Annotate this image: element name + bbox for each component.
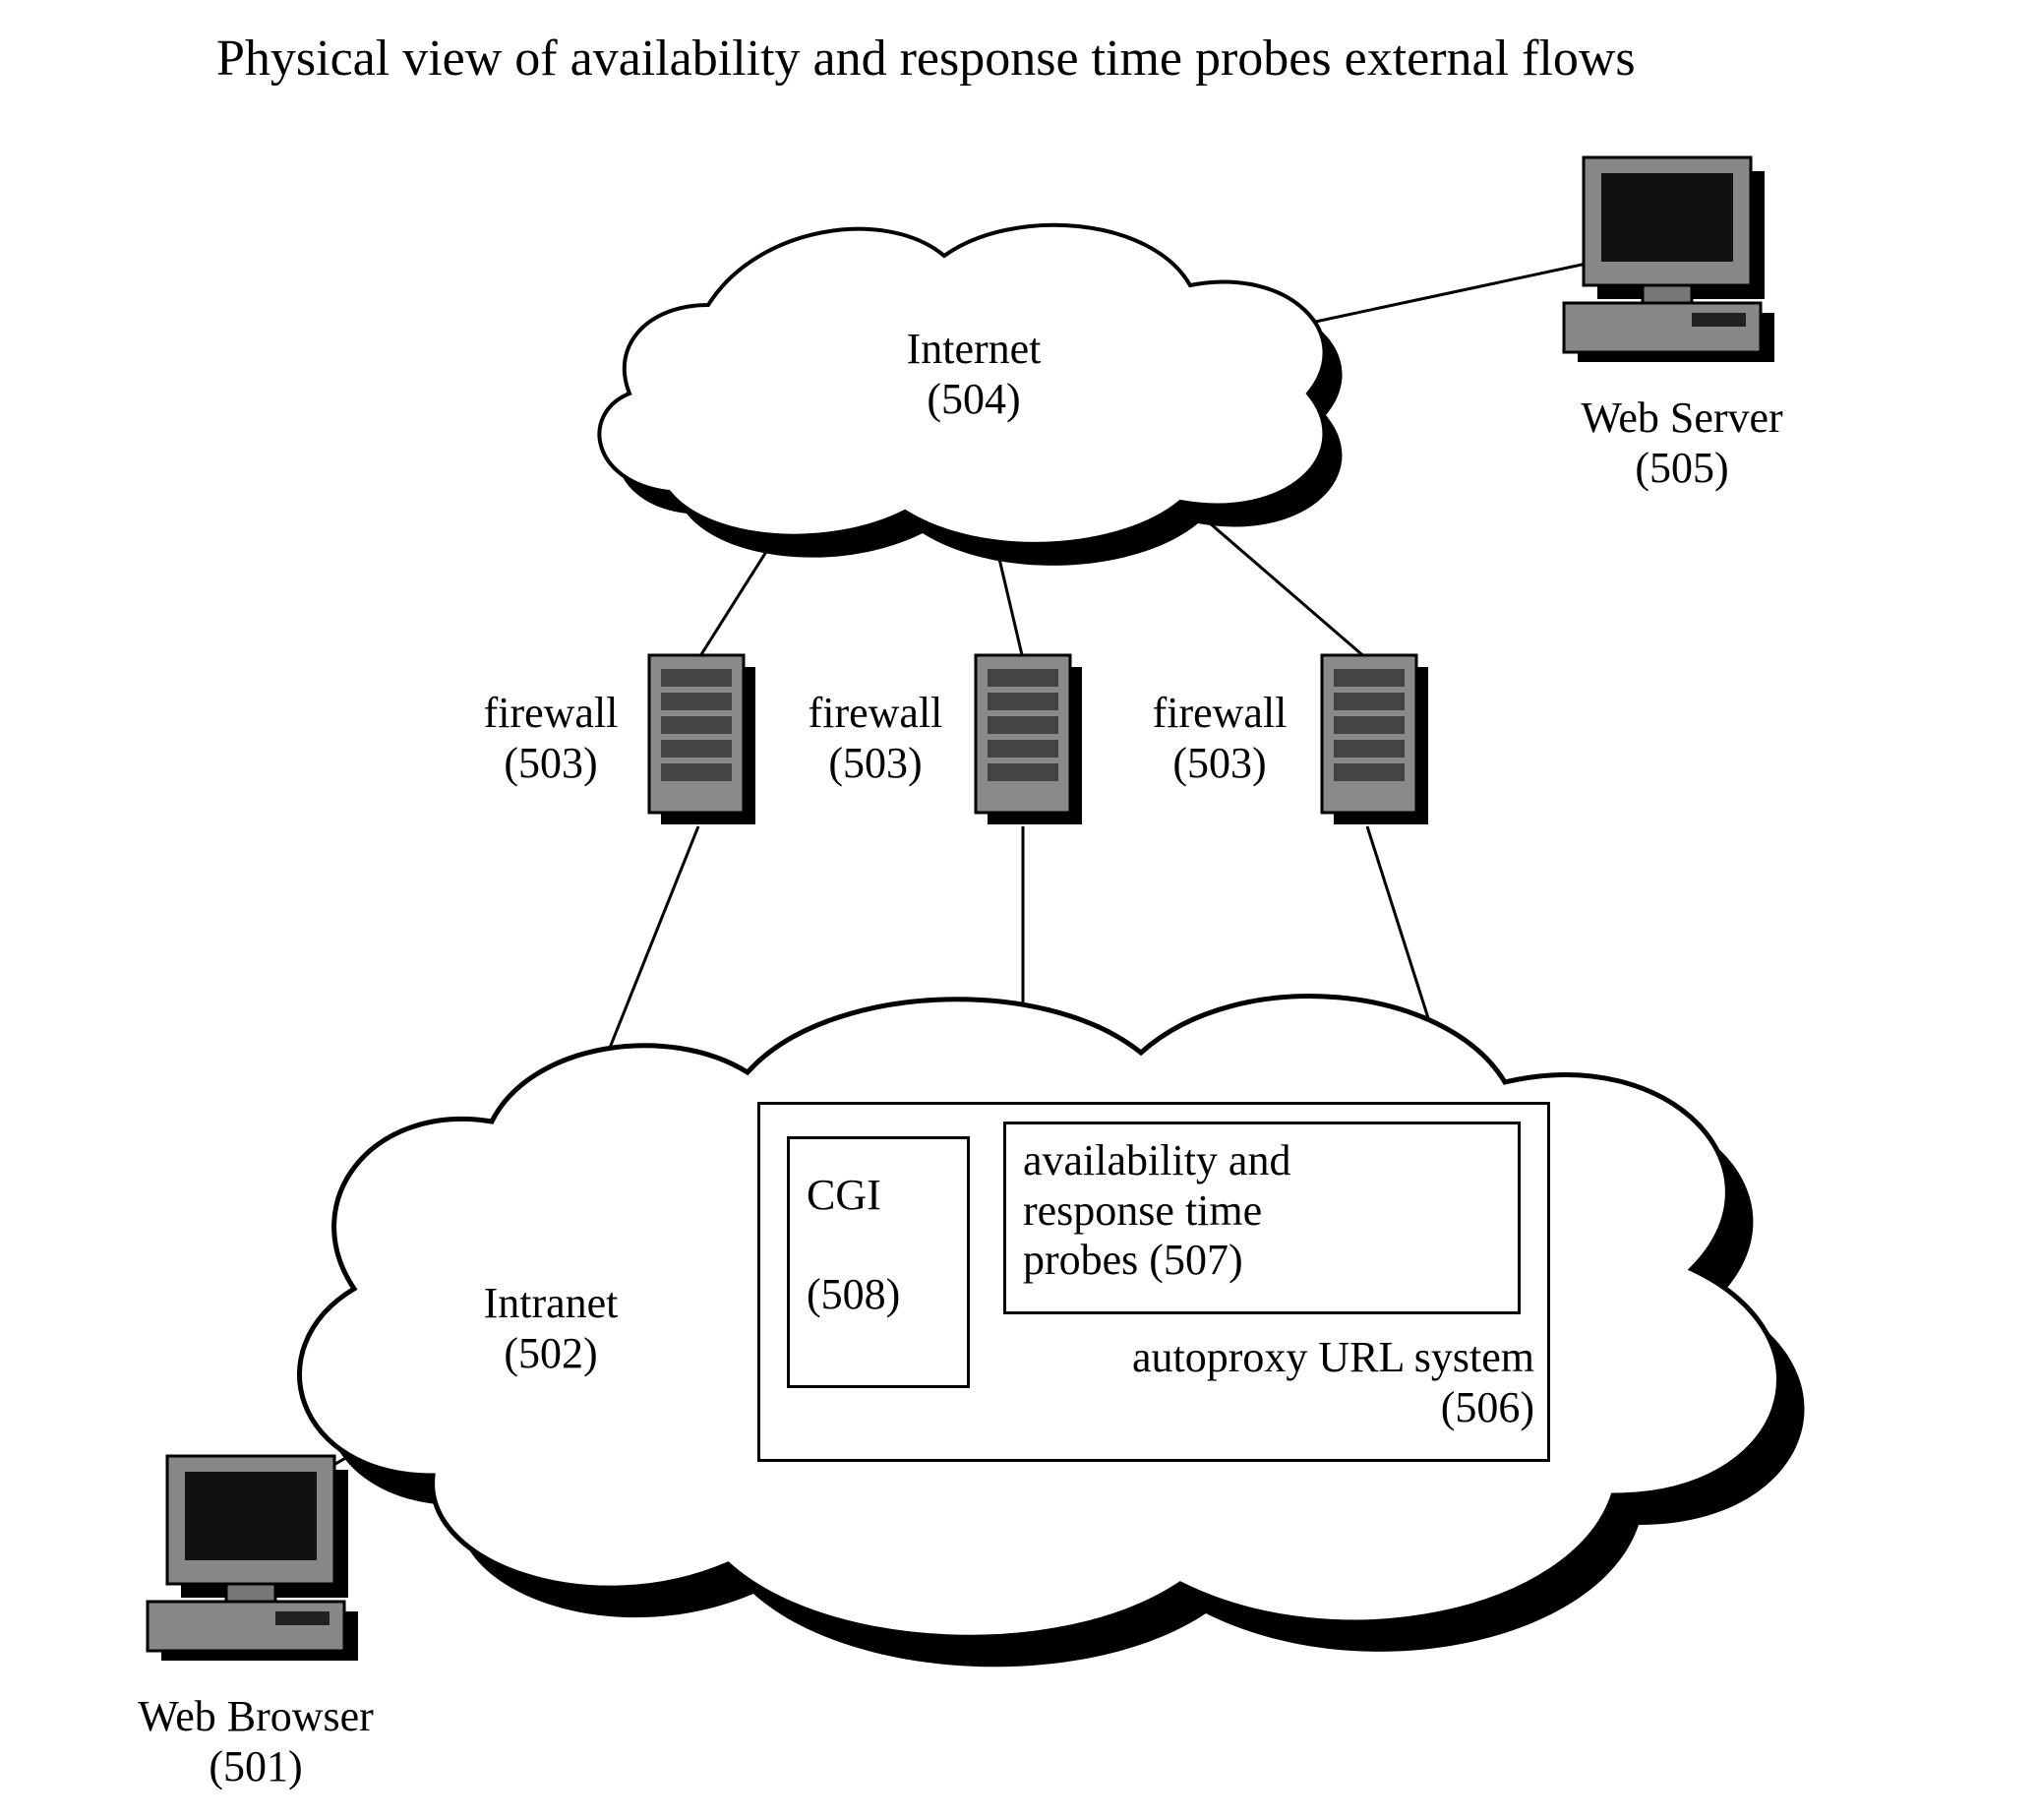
computer-icon bbox=[148, 1456, 358, 1661]
diagram-title: Physical view of availability and respon… bbox=[216, 30, 1636, 88]
diagram-stage: Internet (504) Web Server (505) bbox=[0, 0, 2038, 1820]
webbrowser-label: Web Browser (501) bbox=[98, 1692, 413, 1791]
webbrowser-layer bbox=[0, 0, 2038, 1820]
